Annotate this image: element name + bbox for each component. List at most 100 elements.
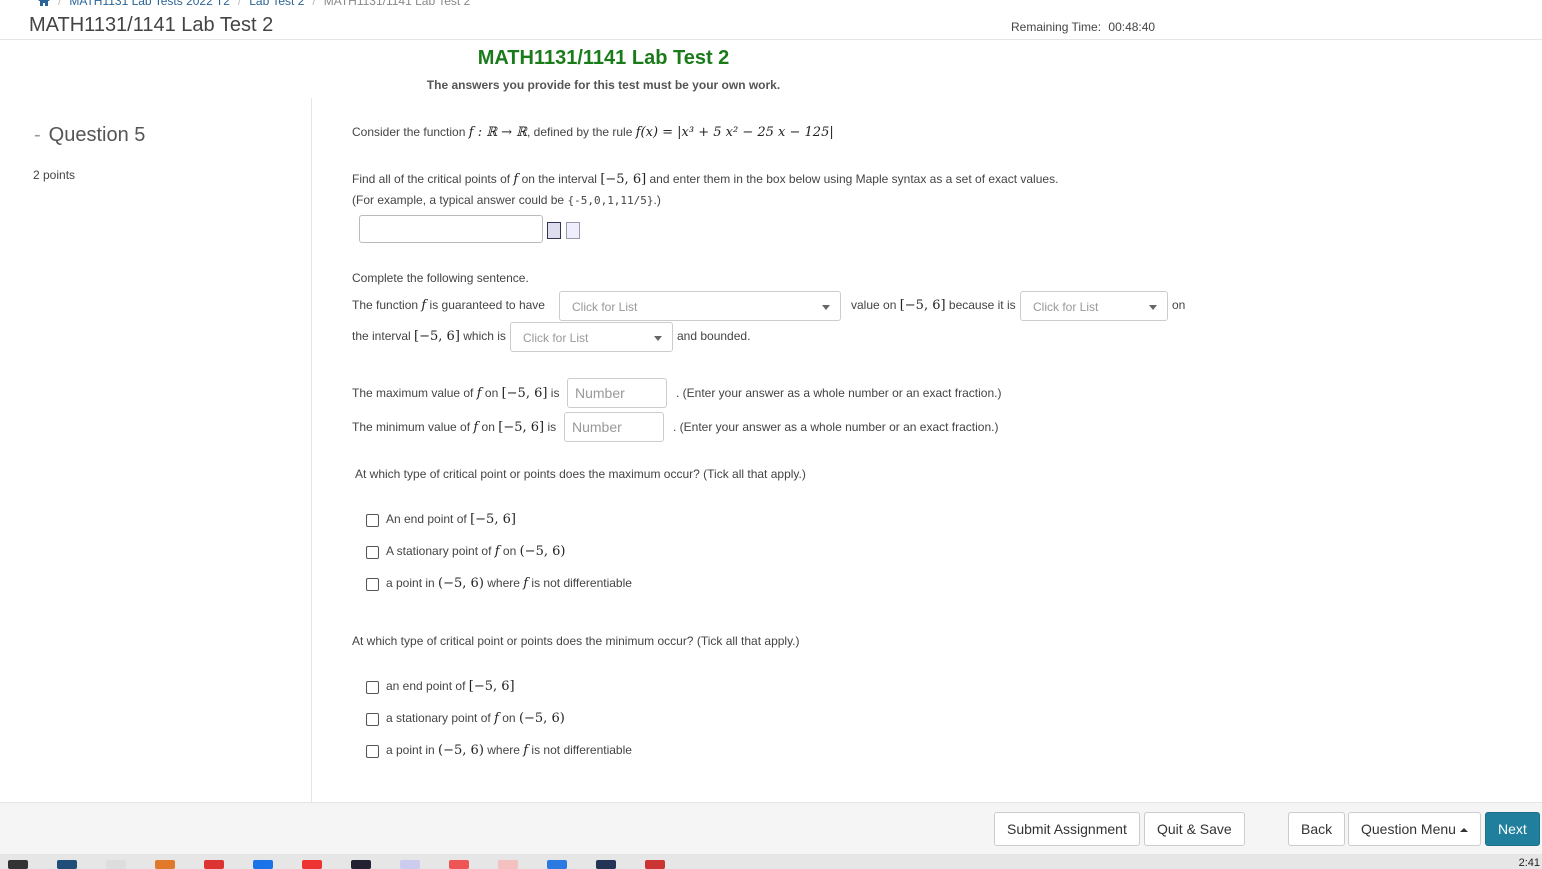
example-text-2: .): [653, 193, 661, 207]
browser-icon[interactable]: [253, 860, 273, 869]
max-endpoint-checkbox[interactable]: [366, 514, 379, 527]
files-icon[interactable]: [106, 860, 126, 869]
find-text: Find all of the critical points of: [352, 172, 511, 186]
option-text: A stationary point of: [386, 544, 492, 558]
option-text: where: [487, 576, 520, 590]
sentence-text: the interval: [352, 329, 411, 343]
select-placeholder: Click for List: [1033, 300, 1099, 314]
quit-save-button[interactable]: Quit & Save: [1144, 812, 1245, 846]
option-text: a point in: [386, 743, 435, 757]
breadcrumb-item-lab-test[interactable]: Lab Test 2: [249, 0, 304, 8]
interval: [−5, 6]: [468, 679, 515, 694]
mail-icon[interactable]: [204, 860, 224, 869]
chevron-down-icon: [822, 305, 830, 310]
interval: (−5, 6): [519, 544, 566, 559]
min-endpoint-checkbox[interactable]: [366, 681, 379, 694]
function-symbol: f: [473, 420, 479, 435]
intro-sentence: Consider the function f : ℝ → ℝ, defined…: [352, 125, 834, 140]
office-icon[interactable]: [155, 860, 175, 869]
steam-icon[interactable]: [351, 860, 371, 869]
option-text: is not differentiable: [531, 743, 632, 757]
breadcrumb: / MATH1131 Lab Tests 2022 T2 / Lab Test …: [38, 0, 470, 8]
min-stationary-checkbox[interactable]: [366, 713, 379, 726]
select-placeholder: Click for List: [572, 300, 638, 314]
extreme-value-select[interactable]: Click for List: [559, 291, 841, 321]
max-hint: . (Enter your answer as a whole number o…: [676, 386, 1002, 400]
example-text: (For example, a typical answer could be: [352, 193, 565, 207]
caret-up-icon: [1459, 828, 1468, 833]
input-placeholder: Number: [572, 419, 622, 435]
continuity-select[interactable]: Click for List: [1020, 291, 1168, 321]
question-sidebar: - Question 5 2 points: [0, 98, 312, 802]
min-text: The minimum value of: [352, 420, 471, 434]
critical-points-input[interactable]: [359, 215, 543, 243]
breadcrumb-separator: /: [237, 0, 242, 8]
min-nondiff-label[interactable]: a point in (−5, 6) where f is not differ…: [386, 743, 632, 758]
min-nondiff-checkbox[interactable]: [366, 745, 379, 758]
max-stationary-label[interactable]: A stationary point of f on (−5, 6): [386, 544, 565, 559]
function-symbol: f: [523, 576, 529, 591]
back-button[interactable]: Back: [1288, 812, 1346, 846]
intro-text: Consider the function: [352, 125, 466, 139]
max-stationary-checkbox[interactable]: [366, 546, 379, 559]
app-icon[interactable]: [400, 860, 420, 869]
function-rule: f(x) = |x³ + 5 x² − 25 x − 125|: [635, 125, 834, 140]
app-icon[interactable]: [645, 860, 665, 869]
edge-icon[interactable]: [547, 860, 567, 869]
chevron-down-icon: [1149, 305, 1157, 310]
function-signature: f : ℝ → ℝ: [468, 125, 527, 140]
max-text: The maximum value of: [352, 386, 474, 400]
input-placeholder: Number: [575, 385, 625, 401]
home-icon[interactable]: [38, 0, 50, 6]
test-title: MATH1131/1141 Lab Test 2: [477, 47, 730, 69]
min-stationary-label[interactable]: a stationary point of f on (−5, 6): [386, 711, 565, 726]
app-icon[interactable]: [498, 860, 518, 869]
interval: [−5, 6]: [600, 172, 647, 187]
option-text: is not differentiable: [531, 576, 632, 590]
breadcrumb-separator: /: [312, 0, 316, 8]
option-text: An end point of: [386, 512, 467, 526]
is-text: is: [550, 386, 560, 400]
chrome-icon[interactable]: [302, 860, 322, 869]
interval-type-select[interactable]: Click for List: [510, 322, 673, 352]
min-endpoint-label[interactable]: an end point of [−5, 6]: [386, 679, 515, 694]
app-icon[interactable]: [449, 860, 469, 869]
dropbox-icon[interactable]: [8, 860, 28, 869]
interval: [−5, 6]: [470, 512, 516, 527]
question-menu-button[interactable]: Question Menu: [1348, 812, 1481, 846]
sentence-part-2: value on [−5, 6] because it is: [851, 298, 1016, 313]
app-icon[interactable]: [57, 860, 77, 869]
max-value-input[interactable]: Number: [567, 378, 667, 408]
interval: [−5, 6]: [899, 298, 946, 313]
next-button[interactable]: Next: [1485, 812, 1540, 846]
syntax-help-icon[interactable]: [566, 222, 580, 239]
is-text: is: [547, 420, 557, 434]
question-menu-label: Question Menu: [1361, 821, 1456, 837]
on-text: on: [502, 711, 516, 725]
max-occurrence-question: At which type of critical point or point…: [355, 467, 806, 481]
min-value-input[interactable]: Number: [564, 412, 664, 442]
question-points: 2 points: [33, 168, 76, 182]
max-nondiff-checkbox[interactable]: [366, 578, 379, 591]
interval: (−5, 6): [438, 743, 484, 758]
breadcrumb-item-course[interactable]: MATH1131 Lab Tests 2022 T2: [69, 0, 230, 8]
max-nondiff-label[interactable]: a point in (−5, 6) where f is not differ…: [386, 576, 632, 591]
max-endpoint-label[interactable]: An end point of [−5, 6]: [386, 512, 516, 527]
submit-assignment-button[interactable]: Submit Assignment: [994, 812, 1140, 846]
function-symbol: f: [476, 386, 482, 401]
collapse-icon[interactable]: -: [34, 124, 41, 146]
interval: [−5, 6]: [414, 329, 460, 344]
function-symbol: f: [494, 711, 499, 726]
breadcrumb-item-current: MATH1131/1141 Lab Test 2: [323, 0, 471, 8]
app-icon[interactable]: [596, 860, 616, 869]
preview-icon[interactable]: [547, 222, 561, 239]
select-placeholder: Click for List: [523, 331, 589, 345]
question-number: Question 5: [48, 124, 146, 146]
sentence-text: which is: [463, 329, 506, 343]
option-text: where: [487, 743, 520, 757]
min-occurrence-question: At which type of critical point or point…: [352, 634, 800, 648]
sentence-part-1: The function f is guaranteed to have: [352, 298, 545, 313]
sentence-text: value on: [851, 298, 897, 312]
complete-instruction: Complete the following sentence.: [352, 271, 529, 285]
on-text: on: [481, 420, 495, 434]
